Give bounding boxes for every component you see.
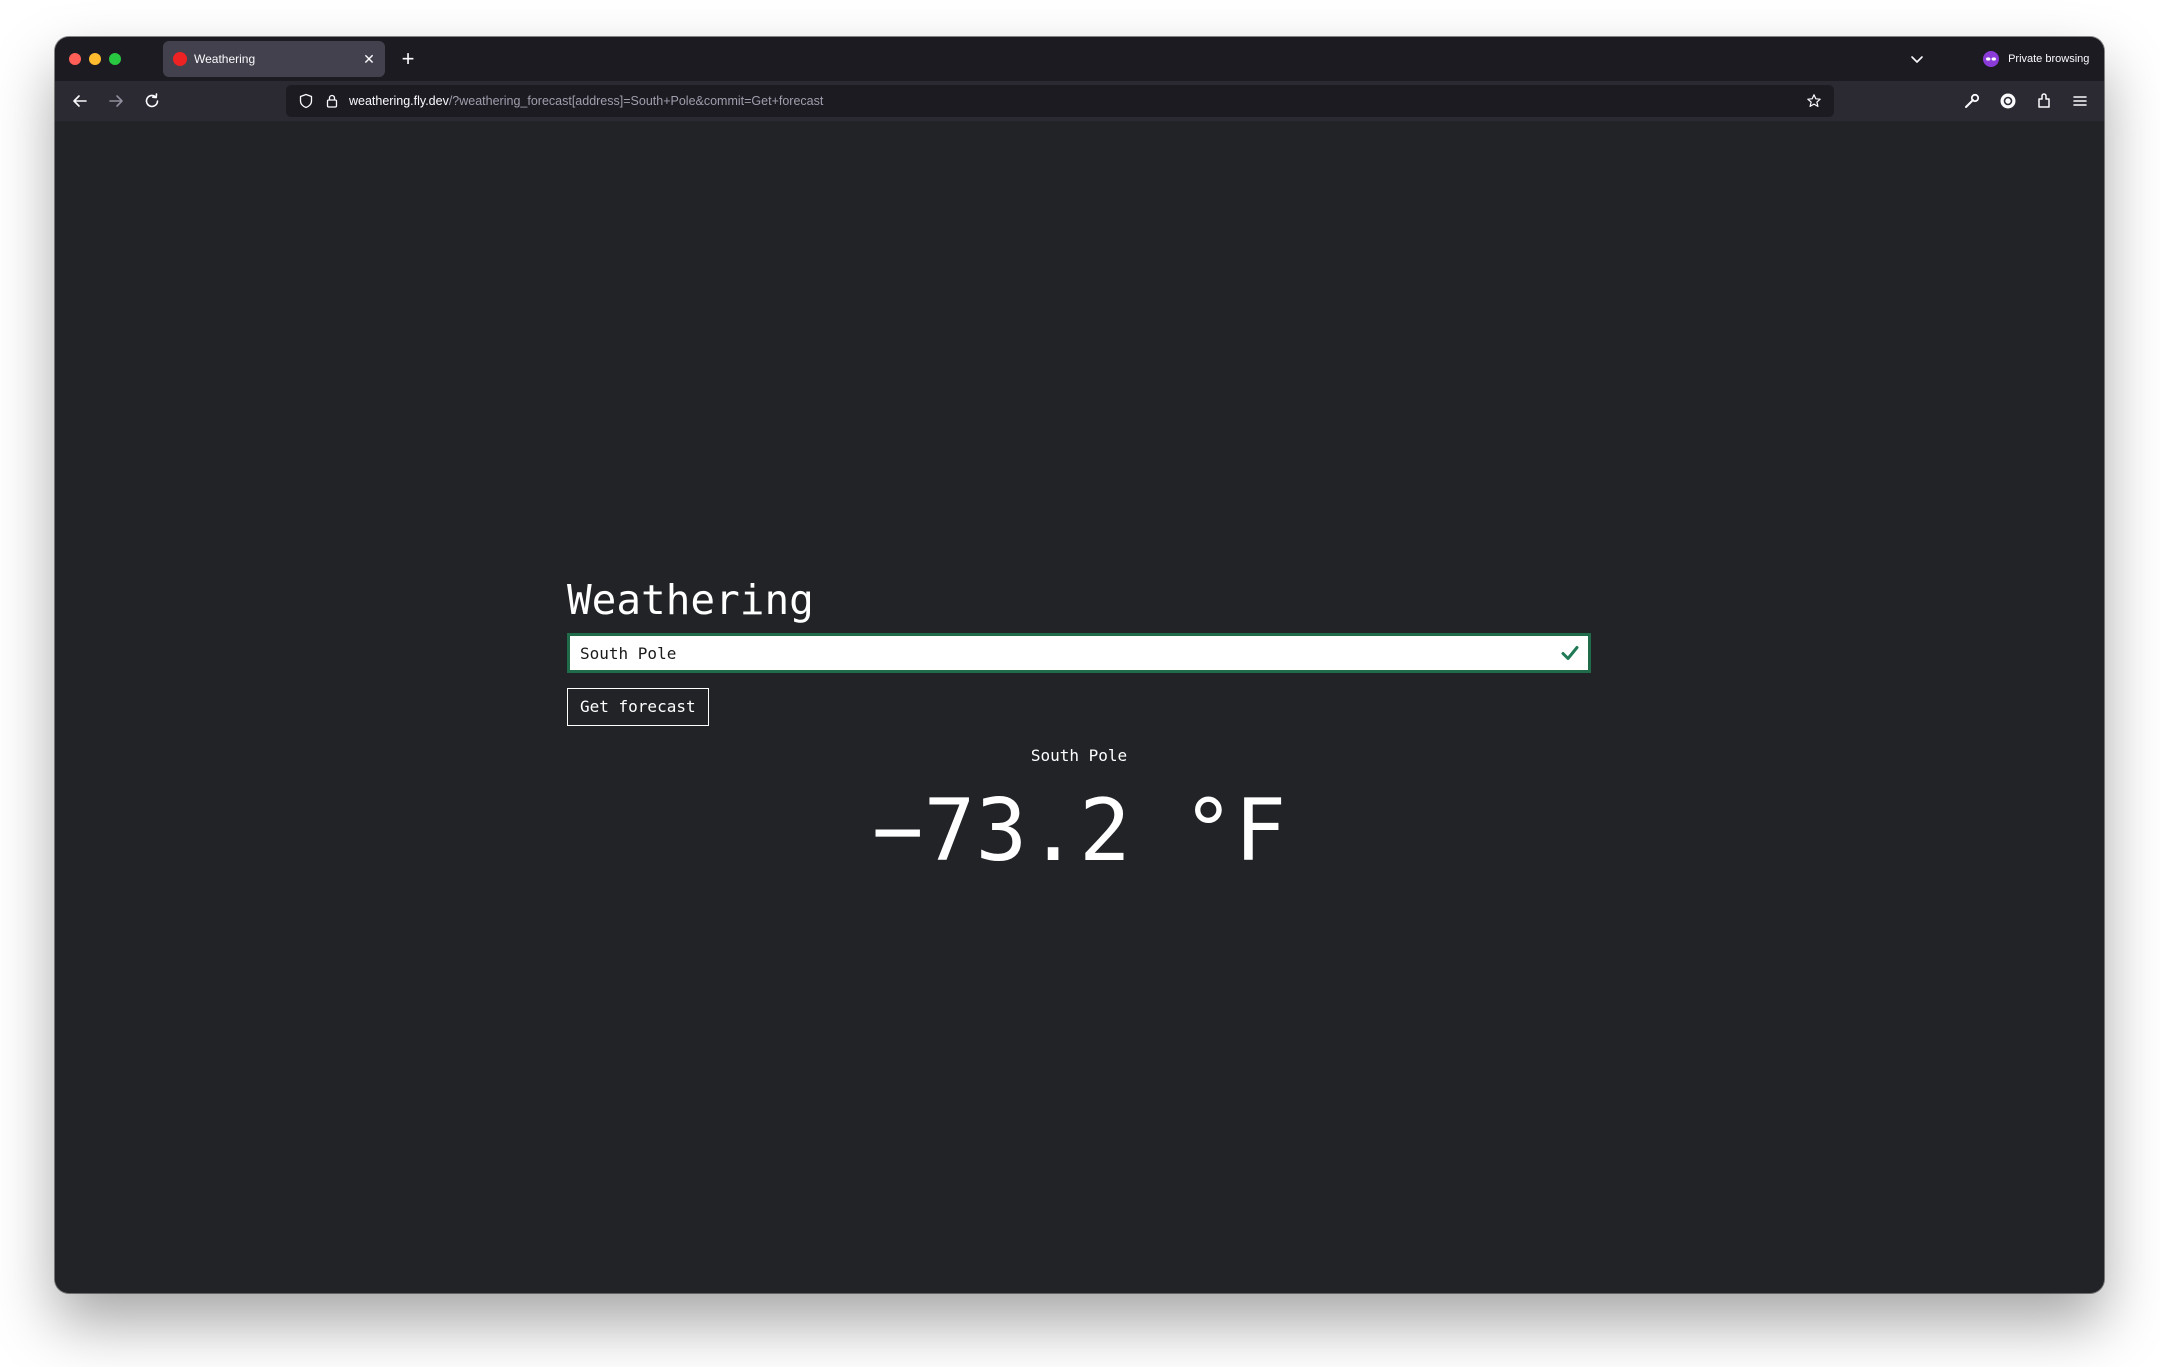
bookmark-star-icon[interactable] xyxy=(1806,93,1822,109)
browser-window: Weathering ✕ + Private browsing weatheri… xyxy=(55,37,2104,1293)
url-text[interactable]: weathering.fly.dev/?weathering_forecast[… xyxy=(349,93,823,109)
tab-close-icon[interactable]: ✕ xyxy=(359,49,379,69)
checkmark-icon xyxy=(1561,646,1579,660)
private-browsing-indicator: Private browsing xyxy=(1983,50,2089,68)
new-tab-icon[interactable]: + xyxy=(395,46,421,72)
url-path: /?weathering_forecast[address]=South+Pol… xyxy=(448,94,824,108)
address-bar[interactable]: weathering.fly.dev/?weathering_forecast[… xyxy=(286,85,1834,117)
window-close-button[interactable] xyxy=(69,53,81,65)
back-arrow-icon[interactable] xyxy=(69,90,91,112)
wrench-icon[interactable] xyxy=(1962,91,1982,111)
page-content: Weathering Get forecast South Pole −73.2… xyxy=(55,121,2104,1293)
lock-icon[interactable] xyxy=(324,93,340,109)
get-forecast-button[interactable]: Get forecast xyxy=(567,688,709,726)
forward-arrow-icon[interactable] xyxy=(105,90,127,112)
page-title: Weathering xyxy=(567,576,814,624)
menu-icon[interactable] xyxy=(2070,91,2090,111)
private-browsing-label: Private browsing xyxy=(2008,53,2090,66)
navigation-bar: weathering.fly.dev/?weathering_forecast[… xyxy=(55,81,2104,121)
tab-title: Weathering xyxy=(194,52,256,66)
reload-icon[interactable] xyxy=(141,90,163,112)
tab-weathering[interactable]: Weathering ✕ xyxy=(163,41,385,77)
window-minimize-button[interactable] xyxy=(89,53,101,65)
forecast-temperature: −73.2 °F xyxy=(871,781,1287,881)
address-input[interactable] xyxy=(567,633,1591,673)
window-maximize-button[interactable] xyxy=(109,53,121,65)
extensions-icon[interactable] xyxy=(2034,91,2054,111)
favicon-icon xyxy=(173,52,187,66)
account-icon[interactable] xyxy=(1998,91,2018,111)
url-host: weathering.fly.dev xyxy=(349,94,449,108)
chevron-down-icon[interactable] xyxy=(1906,49,1928,71)
forecast-location: South Pole xyxy=(1030,746,1128,765)
private-mask-icon xyxy=(1983,51,1999,68)
shield-icon[interactable] xyxy=(298,93,314,109)
tab-strip: Weathering ✕ + Private browsing xyxy=(55,37,2104,81)
